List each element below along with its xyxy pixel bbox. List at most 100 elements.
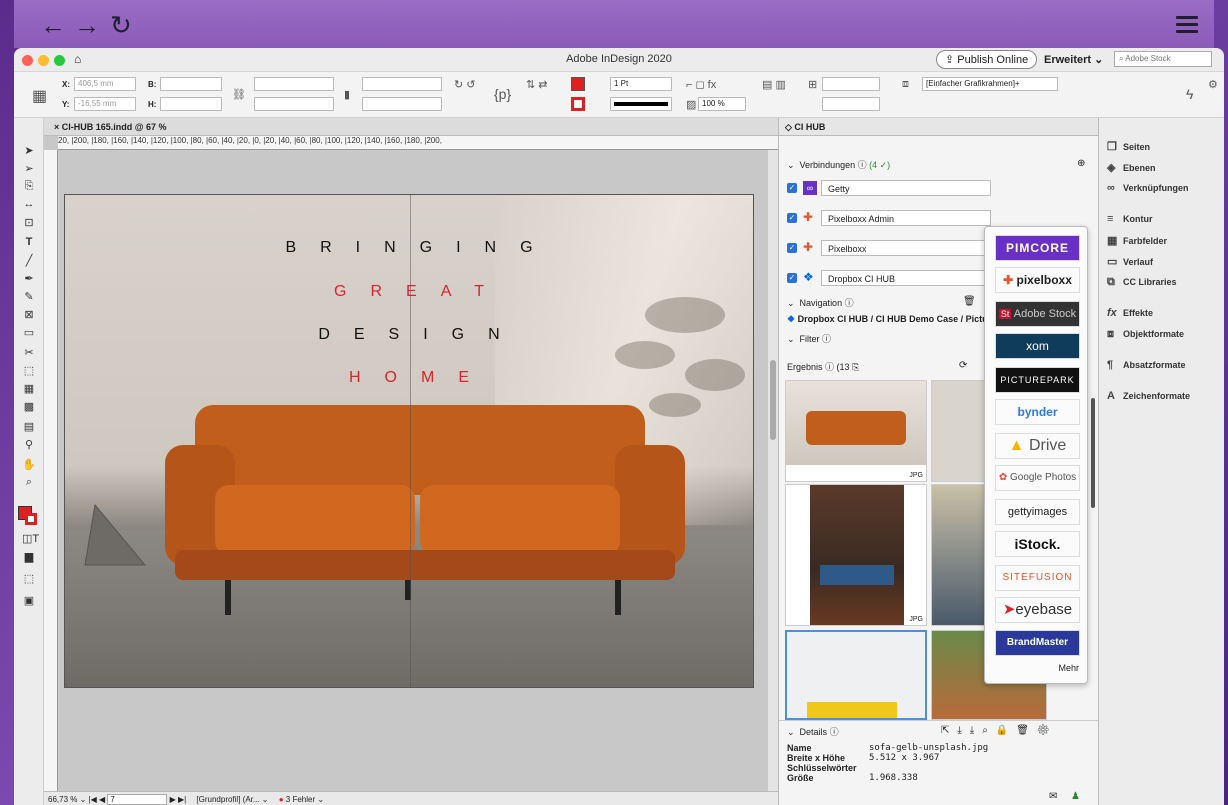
panel-cc-libraries[interactable]: ⧉ CC Libraries xyxy=(1107,276,1177,289)
x-field[interactable]: 406,5 mm xyxy=(74,77,136,91)
formatting-affects-icon[interactable]: ◫T xyxy=(22,532,39,545)
details-header[interactable]: ⌄ Details ⓘ xyxy=(787,725,839,738)
provider-brandmaster[interactable]: BrandMaster xyxy=(995,630,1080,656)
page-spread[interactable]: BRINGING GREAT DESIGN HOME xyxy=(64,194,754,688)
constrain-link-icon[interactable]: ⛓ xyxy=(232,88,246,101)
gutter-field[interactable] xyxy=(822,97,880,111)
headline-line-1[interactable]: BRINGING xyxy=(65,239,753,257)
panel-pages[interactable]: ❐ Seiten xyxy=(1107,140,1150,153)
width-field[interactable] xyxy=(160,77,222,91)
fitting-icon[interactable]: ⊞ xyxy=(808,78,817,91)
panel-paragraph-styles[interactable]: ¶ Absatzformate xyxy=(1107,359,1186,371)
scale-x-field[interactable] xyxy=(254,77,334,91)
preview-mode-icon[interactable]: ▣ xyxy=(22,594,36,607)
page-tool-icon[interactable]: ⎘ xyxy=(22,180,36,193)
panel-character-styles[interactable]: A Zeichenformate xyxy=(1107,390,1190,402)
connections-header[interactable]: ⌄ Verbindungen ⓘ (4 ✓) xyxy=(787,158,890,171)
provider-xom[interactable]: xom xyxy=(995,333,1080,359)
checkbox-icon[interactable]: ✓ xyxy=(787,243,797,253)
flip-h-icon[interactable]: ⇅ ⇄ xyxy=(526,78,548,91)
scale-y-field[interactable] xyxy=(254,97,334,111)
constrain-scale-icon[interactable]: ▮ xyxy=(344,88,350,101)
add-connection-icon[interactable]: ⊕ xyxy=(1077,158,1085,169)
result-thumb-2[interactable] xyxy=(931,380,991,482)
provider-drive[interactable]: ▲ Drive xyxy=(995,433,1080,459)
stroke-type-select[interactable] xyxy=(610,97,672,111)
panel-gradient[interactable]: ▭ Verlauf xyxy=(1107,255,1153,268)
menu-icon[interactable] xyxy=(1176,16,1198,37)
stock-search-input[interactable]: ⌕ Adobe Stock xyxy=(1114,51,1212,67)
checkbox-icon[interactable]: ✓ xyxy=(787,273,797,283)
y-field[interactable]: -16,55 mm xyxy=(74,97,136,111)
height-field[interactable] xyxy=(160,97,222,111)
content-collector-icon[interactable]: ⊡ xyxy=(22,216,36,229)
gradient-icon[interactable]: ▦ xyxy=(22,382,36,395)
checkbox-icon[interactable]: ✓ xyxy=(787,213,797,223)
connection-pixelboxx-admin[interactable]: ✓ ✚ Pixelboxx Admin xyxy=(787,210,991,228)
scissors-icon[interactable]: ✂ xyxy=(22,346,36,359)
result-thumb-5-selected[interactable] xyxy=(785,630,927,720)
reload-icon[interactable]: ↻ xyxy=(110,12,132,38)
rotate-cw-icon[interactable]: ↻ ↺ xyxy=(454,78,476,91)
direct-selection-icon[interactable]: ➢ xyxy=(22,162,36,175)
panel-settings-icon[interactable]: ⚙ xyxy=(1208,78,1218,91)
type-tool-icon[interactable]: T xyxy=(22,236,36,248)
object-style-select[interactable]: [Einfacher Grafikrahmen]+ xyxy=(922,77,1058,91)
provider-eyebase[interactable]: ➤eyebase xyxy=(995,597,1080,623)
back-icon[interactable]: ← xyxy=(40,12,66,38)
fill-swatch[interactable] xyxy=(571,77,585,91)
zoom-level[interactable]: 66,73 % xyxy=(48,795,77,804)
user-icon[interactable]: ♟ xyxy=(1071,791,1080,802)
apply-color-icon[interactable]: ▆ xyxy=(22,550,36,563)
mail-icon[interactable]: ✉ xyxy=(1049,791,1057,802)
provider-adobe-stock[interactable]: St Adobe Stock xyxy=(995,301,1080,327)
trash-icon[interactable]: 🗑 xyxy=(963,296,976,307)
connection-dropbox[interactable]: ✓ ❖ Dropbox CI HUB xyxy=(787,270,991,288)
publish-online-button[interactable]: ⇪ Publish Online xyxy=(936,50,1038,69)
corner-options-icon[interactable]: ⌐ ◻ fx xyxy=(686,78,716,91)
provider-pimcore[interactable]: PIMCORE xyxy=(995,235,1080,261)
provider-pixelboxx[interactable]: ✚ pixelboxx xyxy=(995,267,1080,293)
columns-field[interactable] xyxy=(822,77,880,91)
text-frame-p-icon[interactable]: {p} xyxy=(494,86,511,102)
gap-tool-icon[interactable]: ↔ xyxy=(22,198,36,210)
headline-line-3[interactable]: DESIGN xyxy=(65,326,753,344)
document-tab[interactable]: × CI-HUB 165.indd @ 67 % xyxy=(44,118,778,136)
provider-gettyimages[interactable]: gettyimages xyxy=(995,499,1080,525)
vertical-scrollbar[interactable] xyxy=(768,150,778,791)
ci-hub-tab[interactable]: ◇ CI HUB xyxy=(779,118,1098,136)
headline-line-4[interactable]: HOME xyxy=(65,369,753,387)
more-providers-link[interactable]: Mehr xyxy=(1058,663,1079,673)
results-scrollbar[interactable] xyxy=(1091,398,1095,508)
page-number-field[interactable]: 7 xyxy=(107,794,168,805)
rectangle-frame-icon[interactable]: ⊠ xyxy=(22,308,36,321)
refresh-icon[interactable]: ⟳ xyxy=(959,360,967,371)
breadcrumb[interactable]: ❖ Dropbox CI HUB / CI HUB Demo Case / Pi… xyxy=(787,314,992,325)
details-actions-icons[interactable]: ⇱⤓⤓⌕🔒🗑⚙ xyxy=(941,725,1058,736)
result-thumb-3[interactable]: JPG xyxy=(785,484,927,626)
rotate-field[interactable] xyxy=(362,77,442,91)
panel-stroke[interactable]: ≡ Kontur xyxy=(1107,213,1153,225)
preflight-profile[interactable]: [Grundprofil] (Ar... xyxy=(196,795,259,804)
panel-links[interactable]: ∞ Verknüpfungen xyxy=(1107,182,1189,194)
pencil-tool-icon[interactable]: ✎ xyxy=(22,290,36,303)
screen-mode-icon[interactable]: ⬚ xyxy=(22,572,36,585)
headline-line-2[interactable]: GREAT xyxy=(65,283,753,301)
result-thumb-4[interactable] xyxy=(931,484,991,626)
workspace-switcher[interactable]: Erweitert ⌄ xyxy=(1044,53,1103,66)
shear-field[interactable] xyxy=(362,97,442,111)
forward-icon[interactable]: → xyxy=(74,12,100,38)
gradient-feather-icon[interactable]: ▩ xyxy=(22,400,36,413)
eyedropper-icon[interactable]: ⚲ xyxy=(22,438,36,451)
stroke-color-icon[interactable] xyxy=(25,513,37,525)
panel-effects[interactable]: fx Effekte xyxy=(1107,307,1153,319)
line-tool-icon[interactable]: ╱ xyxy=(22,254,36,267)
panel-swatches[interactable]: ▦ Farbfelder xyxy=(1107,234,1167,247)
preflight-errors[interactable]: 3 Fehler xyxy=(286,795,315,804)
pen-tool-icon[interactable]: ✒ xyxy=(22,272,36,285)
provider-picturepark[interactable]: PICTUREPARK xyxy=(995,367,1080,393)
result-thumb-1[interactable]: JPG xyxy=(785,380,927,482)
stroke-weight-select[interactable]: 1 Pt xyxy=(610,77,672,91)
panel-object-styles[interactable]: ⧈ Objektformate xyxy=(1107,328,1184,341)
reference-point-icon[interactable]: ▦ xyxy=(32,86,47,106)
